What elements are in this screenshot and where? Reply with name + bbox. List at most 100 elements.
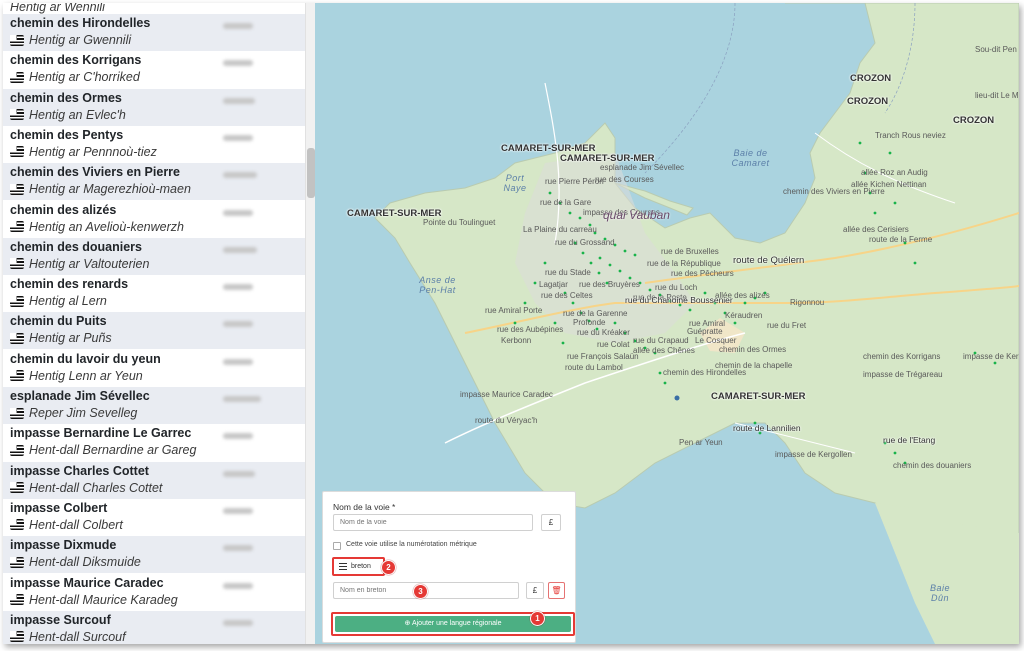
street-name-br-text: Hentig ar Gwennili xyxy=(29,33,132,47)
redacted-info xyxy=(223,284,253,291)
currency-button[interactable]: £ xyxy=(541,514,561,531)
language-name: breton xyxy=(351,563,371,570)
plus-circle-icon: ⊕ xyxy=(404,620,411,627)
metric-checkbox-label: Cette voie utilise la numérotation métri… xyxy=(346,541,477,548)
metric-checkbox[interactable] xyxy=(333,542,341,550)
list-item[interactable]: impasse Dixmude Hent-dall Diksmuide xyxy=(3,536,305,574)
street-name-fr: chemin des alizés xyxy=(10,202,117,217)
street-name-fr: chemin des Pentys xyxy=(10,127,124,142)
street-name-br-text: Hentig ar Pennnoù-tiez xyxy=(29,144,157,159)
breton-flag-icon xyxy=(10,444,24,456)
redacted-info xyxy=(223,507,253,514)
sea-label: Baie de Camaret xyxy=(731,148,770,168)
street-name-br-text: Hentig ar Magerezhioù-maen xyxy=(29,182,191,197)
list-item[interactable]: impasse Surcouf Hent-dall Surcouf xyxy=(3,610,305,644)
street-name-br-text: Hentig al Lern xyxy=(29,294,107,309)
street-name-fr: impasse Maurice Caradec xyxy=(10,575,164,590)
list-item[interactable]: Hentig ar Wennili xyxy=(3,3,305,14)
redacted-info xyxy=(223,60,253,67)
place-label: rue des Celtes xyxy=(541,291,593,300)
redacted-info xyxy=(223,172,257,179)
list-item[interactable]: chemin des Hirondelles Hentig ar Gwennili xyxy=(3,14,305,51)
street-name-br: Hentig ar Magerezhioù-maen xyxy=(10,180,305,198)
list-item[interactable]: chemin des alizés Hentig an Avelioù-kenwe… xyxy=(3,201,305,238)
place-label: Rigonnou xyxy=(790,298,825,307)
place-label: chemin des douaniers xyxy=(893,461,972,470)
list-item[interactable]: impasse Bernardine Le Garrec Hent-dall Be… xyxy=(3,424,305,461)
street-name-br-text: Hentig ar Valtouterien xyxy=(29,256,150,271)
list-item[interactable]: esplanade Jim Sévellec Reper Jim Sevelleg xyxy=(3,387,305,424)
sea-label: Port Naye xyxy=(503,173,527,193)
street-name-br-text: Hent-dall Diksmuide xyxy=(29,555,141,570)
breton-flag-icon xyxy=(10,482,24,494)
street-name-br: Hentig ar C'horriked xyxy=(10,68,305,86)
callout-badge-3: 3 xyxy=(413,584,428,599)
place-label: impasse Maurice Caradec xyxy=(460,390,553,399)
list-item[interactable]: impasse Maurice Caradec Hent-dall Maurice… xyxy=(3,574,305,611)
town-label: CROZON xyxy=(847,96,889,107)
list-item[interactable]: chemin des douaniers Hentig ar Valtouteri… xyxy=(3,237,305,275)
street-name-fr: chemin des Ormes xyxy=(10,90,122,105)
redacted-info xyxy=(223,209,253,216)
place-label: rue des Courses xyxy=(595,175,654,184)
place-label: Pen ar Yeun xyxy=(679,438,723,447)
list-item[interactable]: chemin des Ormes Hentig an Evlec'h xyxy=(3,88,305,126)
list-item[interactable]: chemin des Korrigans Hentig ar C'horriked xyxy=(3,51,305,88)
place-label: chemin des Viviers en Pierre xyxy=(783,187,885,196)
street-name-br-text: Hent-dall Surcouf xyxy=(29,629,126,644)
list-item[interactable]: impasse Charles Cottet Hent-dall Charles … xyxy=(3,461,305,499)
language-selector-button[interactable]: breton xyxy=(336,561,384,572)
breton-flag-icon xyxy=(10,407,24,419)
place-label: Lagatjar xyxy=(539,280,568,289)
redacted-info xyxy=(223,545,253,552)
street-name-br: Hentig ar Gwennili xyxy=(10,31,305,49)
add-regional-language-label: Ajouter une langue régionale xyxy=(411,620,502,627)
street-name-fr: chemin des Hirondelles xyxy=(10,16,151,30)
redacted-info xyxy=(223,396,261,402)
place-label: allée des Cerisiers xyxy=(843,225,909,234)
place-label: Profonde xyxy=(573,318,606,327)
street-name-br-text: Hentig ar C'horriked xyxy=(29,70,140,85)
language-callout-box: breton xyxy=(332,557,385,576)
list-item[interactable]: chemin du Puits Hentig ar Puñs xyxy=(3,312,305,350)
street-name-fr: chemin du lavoir du yeun xyxy=(10,351,161,366)
street-name-br: Hent-dall Bernardine ar Gareg xyxy=(10,441,305,459)
place-label: lieu-dit Le Manoir de Quélern xyxy=(975,91,1019,100)
list-item[interactable]: chemin du lavoir du yeun Hentig Lenn ar Y… xyxy=(3,350,305,387)
place-label: route de la Ferme xyxy=(869,235,933,244)
breton-flag-icon xyxy=(10,594,24,605)
currency-button-2[interactable]: £ xyxy=(526,582,544,599)
street-name-br: Hentig an Evlec'h xyxy=(10,106,305,124)
place-label: chemin des Korrigans xyxy=(863,352,941,361)
place-label: rue du Stade xyxy=(545,268,591,277)
street-name-input[interactable] xyxy=(333,514,533,531)
list-item[interactable]: impasse Colbert Hent-dall Colbert xyxy=(3,499,305,536)
place-label: rue de la République xyxy=(647,259,721,268)
list-item[interactable]: chemin des renards Hentig al Lern xyxy=(3,275,305,312)
place-label: route du Lambol xyxy=(565,363,623,372)
street-name-br: Reper Jim Sevelleg xyxy=(10,404,305,422)
place-label: impasse de Kergollen xyxy=(775,450,852,459)
street-name-fr: impasse Colbert xyxy=(10,500,108,515)
street-name-br-text: Hent-dall Colbert xyxy=(29,517,123,532)
street-name-br: Hentig ar Pennnoù-tiez xyxy=(10,143,305,161)
list-icon xyxy=(339,563,347,570)
redacted-info xyxy=(223,134,253,141)
list-item[interactable]: chemin des Pentys Hentig ar Pennnoù-tiez xyxy=(3,126,305,163)
street-name-br-text: Hentig an Avelioù-kenwerzh xyxy=(29,219,184,234)
callout-badge-2: 2 xyxy=(381,560,396,575)
breton-flag-icon xyxy=(10,146,24,158)
breton-flag-icon xyxy=(10,258,24,270)
street-name-br: Hent-dall Maurice Karadeg xyxy=(10,591,305,609)
redacted-info xyxy=(223,246,257,253)
place-label: rue Colat xyxy=(597,340,630,349)
street-name-br-text: Hentig Lenn ar Yeun xyxy=(29,368,143,383)
scrollbar-thumb[interactable] xyxy=(307,148,315,198)
place-label: esplanade Jim Sévellec xyxy=(600,163,685,172)
list-item[interactable]: chemin des Viviers en Pierre Hentig ar Ma… xyxy=(3,163,305,201)
trash-icon[interactable]: 🗑 xyxy=(548,582,565,599)
street-list: Hentig ar Wennili chemin des Hirondelles H… xyxy=(3,3,305,644)
street-name-br: Hent-dall Colbert xyxy=(10,516,305,534)
place-label: Guépratte xyxy=(687,327,723,336)
street-name-fr: chemin des Viviers en Pierre xyxy=(10,165,181,180)
